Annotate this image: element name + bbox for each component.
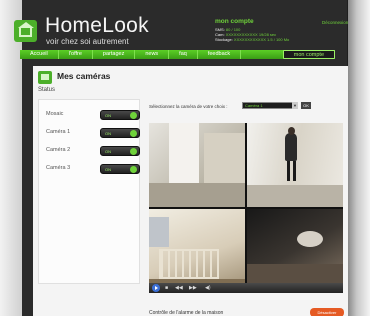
camera-select-label: Sélectionnez la caméra de votre choix : <box>149 104 228 109</box>
video-controls: ■ ◀◀ ▶▶ ◀) <box>149 283 343 293</box>
storage-value: XXXXXXXXXXXX 1.5 / 100 Mo <box>233 37 290 42</box>
camera-toggle[interactable]: ON <box>100 164 140 174</box>
toggle-indicator-icon <box>130 130 137 137</box>
brand-tagline: voir chez soi autrement <box>46 37 129 46</box>
toggle-indicator-icon <box>130 148 137 155</box>
storage-label: Stockage: <box>215 37 233 42</box>
camera-row-1: Caméra 1 ON <box>46 128 142 138</box>
toggle-text: ON <box>105 148 111 154</box>
nav-item-faq[interactable]: faq <box>169 50 198 59</box>
camera-row-2: Caméra 2 ON <box>46 146 142 156</box>
homelook-logo-icon[interactable] <box>14 20 37 42</box>
camera-toggle[interactable]: ON <box>100 110 140 120</box>
camera-toggle[interactable]: ON <box>100 128 140 138</box>
brand-name[interactable]: HomeLook <box>45 14 149 38</box>
nav-item-mon-compte[interactable]: mon compte <box>282 50 335 59</box>
status-label: Status <box>38 87 56 93</box>
main-nav: Accueil l'offre partagez news faq feedba… <box>20 50 335 59</box>
camera-label: Mosaic <box>46 111 64 117</box>
nav-item-news[interactable]: news <box>135 50 170 59</box>
camera-label: Caméra 2 <box>46 147 71 153</box>
camera-label: Caméra 1 <box>46 129 71 135</box>
camera-row-3: Caméra 3 ON <box>46 164 142 174</box>
toggle-text: ON <box>105 112 111 118</box>
camera-feed-2[interactable] <box>247 123 343 207</box>
toggle-text: ON <box>105 166 111 172</box>
toggle-indicator-icon <box>130 112 137 119</box>
play-icon[interactable] <box>152 284 160 292</box>
camera-feed-1[interactable] <box>149 123 245 207</box>
rewind-icon[interactable]: ◀◀ <box>175 285 183 291</box>
toggle-indicator-icon <box>130 166 137 173</box>
camera-feed-3[interactable] <box>149 209 245 293</box>
toggle-text: ON <box>105 130 111 136</box>
background-right <box>348 0 370 316</box>
camera-row-mosaic: Mosaic ON <box>46 110 142 120</box>
page-title: Mes caméras <box>57 71 111 81</box>
logout-link[interactable]: Déconnexion <box>322 20 348 25</box>
camera-label: Caméra 3 <box>46 165 71 171</box>
forward-icon[interactable]: ▶▶ <box>189 285 197 291</box>
stop-icon[interactable]: ■ <box>165 285 168 291</box>
camera-page-icon <box>38 71 52 84</box>
nav-item-offre[interactable]: l'offre <box>59 50 93 59</box>
account-storage-line: Stockage: XXXXXXXXXXXX 1.5 / 100 Mo <box>215 37 289 42</box>
nav-item-partagez[interactable]: partagez <box>93 50 136 59</box>
camera-select[interactable]: Caméra 1 <box>242 102 298 109</box>
nav-item-accueil[interactable]: Accueil <box>20 50 59 59</box>
chevron-down-icon[interactable]: ▼ <box>292 102 298 109</box>
video-mosaic[interactable]: ■ ◀◀ ▶▶ ◀) <box>149 123 343 293</box>
content-area: Mes caméras Status Mosaic ON Caméra 1 ON… <box>33 66 348 316</box>
account-title[interactable]: mon compte <box>215 18 254 25</box>
camera-toggle[interactable]: ON <box>100 146 140 156</box>
ok-button[interactable]: OK <box>301 102 311 109</box>
camera-feed-4[interactable] <box>247 209 343 293</box>
alarm-control-text: Contrôle de l'alarme de la maison <box>149 310 224 316</box>
deactivate-alarm-button[interactable]: Désactiver <box>310 308 344 316</box>
camera-status-panel: Mosaic ON Caméra 1 ON Caméra 2 ON Caméra… <box>38 99 140 284</box>
nav-item-feedback[interactable]: feedback <box>198 50 242 59</box>
volume-icon[interactable]: ◀) <box>205 285 211 291</box>
